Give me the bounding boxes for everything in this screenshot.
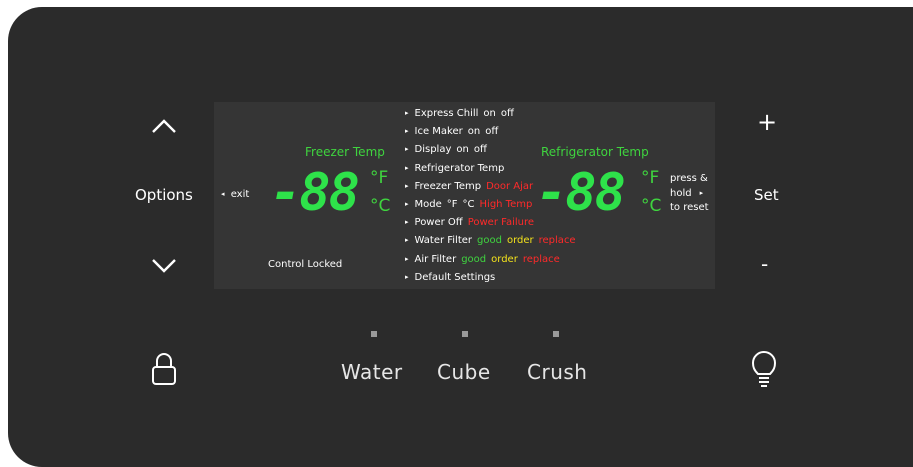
menu-option: off: [485, 126, 499, 138]
crush-indicator: [553, 331, 559, 337]
down-button[interactable]: [150, 256, 178, 276]
freezer-unit-f: °F: [370, 168, 389, 188]
menu-option: off: [500, 108, 514, 119]
menu-pointer-icon: ▸: [405, 163, 409, 172]
menu-item-label: Water Filter: [414, 235, 473, 247]
options-button[interactable]: Options: [135, 186, 193, 204]
menu-item: ▸ Power Off Power Failure: [405, 217, 534, 228]
menu-item: ▸ Ice Maker on off: [405, 126, 498, 137]
menu-item-label: Express Chill: [414, 108, 479, 119]
menu-item-label: Display: [414, 144, 452, 156]
freezer-temp-value: -88: [270, 163, 360, 223]
menu-option: High Temp: [479, 199, 533, 210]
lock-icon: [152, 353, 176, 385]
menu-option: Door Ajar: [486, 180, 534, 192]
press-hold-text: press & hold ▸ to reset: [670, 172, 709, 215]
menu-pointer-icon: ▸: [405, 200, 409, 208]
menu-item: ▸ Water Filter good order replace: [405, 235, 576, 246]
menu-option: on: [467, 126, 481, 138]
menu-option: °C: [462, 199, 475, 210]
set-button[interactable]: Set: [754, 186, 779, 204]
control-locked-label: Control Locked: [268, 259, 343, 270]
chevron-down-icon: [152, 259, 176, 273]
menu-item: ▸ Freezer Temp Door Ajar: [405, 181, 533, 192]
lock-button[interactable]: [150, 350, 178, 386]
cube-indicator: [462, 331, 468, 337]
menu-item-label: Mode: [414, 199, 442, 210]
menu-item-label: Power Off: [414, 217, 463, 229]
menu-item-label: Ice Maker: [414, 126, 463, 138]
freezer-temp-label: Freezer Temp: [305, 145, 385, 159]
refrigerator-temp-label: Refrigerator Temp: [541, 145, 649, 159]
press-hold-line-3: to reset: [670, 202, 709, 213]
menu-item-label: Air Filter: [414, 253, 457, 265]
menu-pointer-icon: ▸: [405, 181, 409, 190]
chevron-up-icon: [152, 119, 176, 133]
menu-item-label: Freezer Temp: [414, 180, 482, 192]
menu-pointer-icon: ▸: [405, 109, 409, 117]
minus-button[interactable]: -: [761, 252, 768, 276]
menu-pointer-icon: ▸: [405, 272, 409, 281]
menu-option: on: [483, 108, 496, 119]
menu-option: replace: [538, 235, 576, 247]
menu-item: ▸ Air Filter good order replace: [405, 254, 560, 265]
refrigerator-unit-c: °C: [641, 196, 662, 216]
light-button[interactable]: [751, 351, 777, 389]
menu-option: on: [456, 144, 469, 156]
menu-item: ▸ Mode °F °C High Temp: [405, 199, 532, 210]
water-button[interactable]: Water: [341, 360, 403, 384]
menu-item: ▸ Refrigerator Temp: [405, 163, 504, 174]
menu-item-label: Refrigerator Temp: [414, 162, 505, 174]
plus-button[interactable]: +: [757, 108, 777, 136]
menu-pointer-icon: ▸: [405, 236, 409, 245]
menu-option: °F: [446, 199, 458, 210]
menu-option: off: [473, 144, 487, 156]
menu-option: order: [491, 253, 518, 265]
menu-item: ▸ Display on off: [405, 144, 487, 155]
menu-option: replace: [522, 253, 560, 265]
menu-item: ▸ Default Settings: [405, 272, 495, 283]
menu-pointer-icon: ▸: [405, 145, 409, 154]
up-button[interactable]: [150, 116, 178, 136]
menu-option: good: [461, 253, 487, 265]
exit-label: exit: [230, 189, 250, 200]
cube-button[interactable]: Cube: [437, 360, 491, 384]
crush-button[interactable]: Crush: [527, 360, 587, 384]
menu-pointer-icon: ▸: [405, 218, 409, 227]
press-hold-line-1: press &: [670, 173, 708, 184]
menu-option: good: [477, 235, 502, 247]
exit-indicator: ◂ exit: [221, 189, 250, 200]
menu-option: order: [506, 235, 534, 247]
menu-item-label: Default Settings: [414, 271, 496, 283]
menu-option: Power Failure: [467, 217, 535, 229]
refrigerator-unit-f: °F: [641, 168, 660, 188]
water-indicator: [371, 331, 377, 337]
lightbulb-icon: [751, 351, 777, 387]
refrigerator-temp-value: -88: [536, 163, 626, 223]
menu-pointer-icon: ▸: [405, 127, 409, 136]
menu-item: ▸ Express Chill on off: [405, 108, 514, 119]
freezer-unit-c: °C: [370, 196, 391, 216]
menu-pointer-icon: ▸: [405, 254, 409, 263]
press-hold-line-2: hold ▸: [670, 188, 704, 199]
